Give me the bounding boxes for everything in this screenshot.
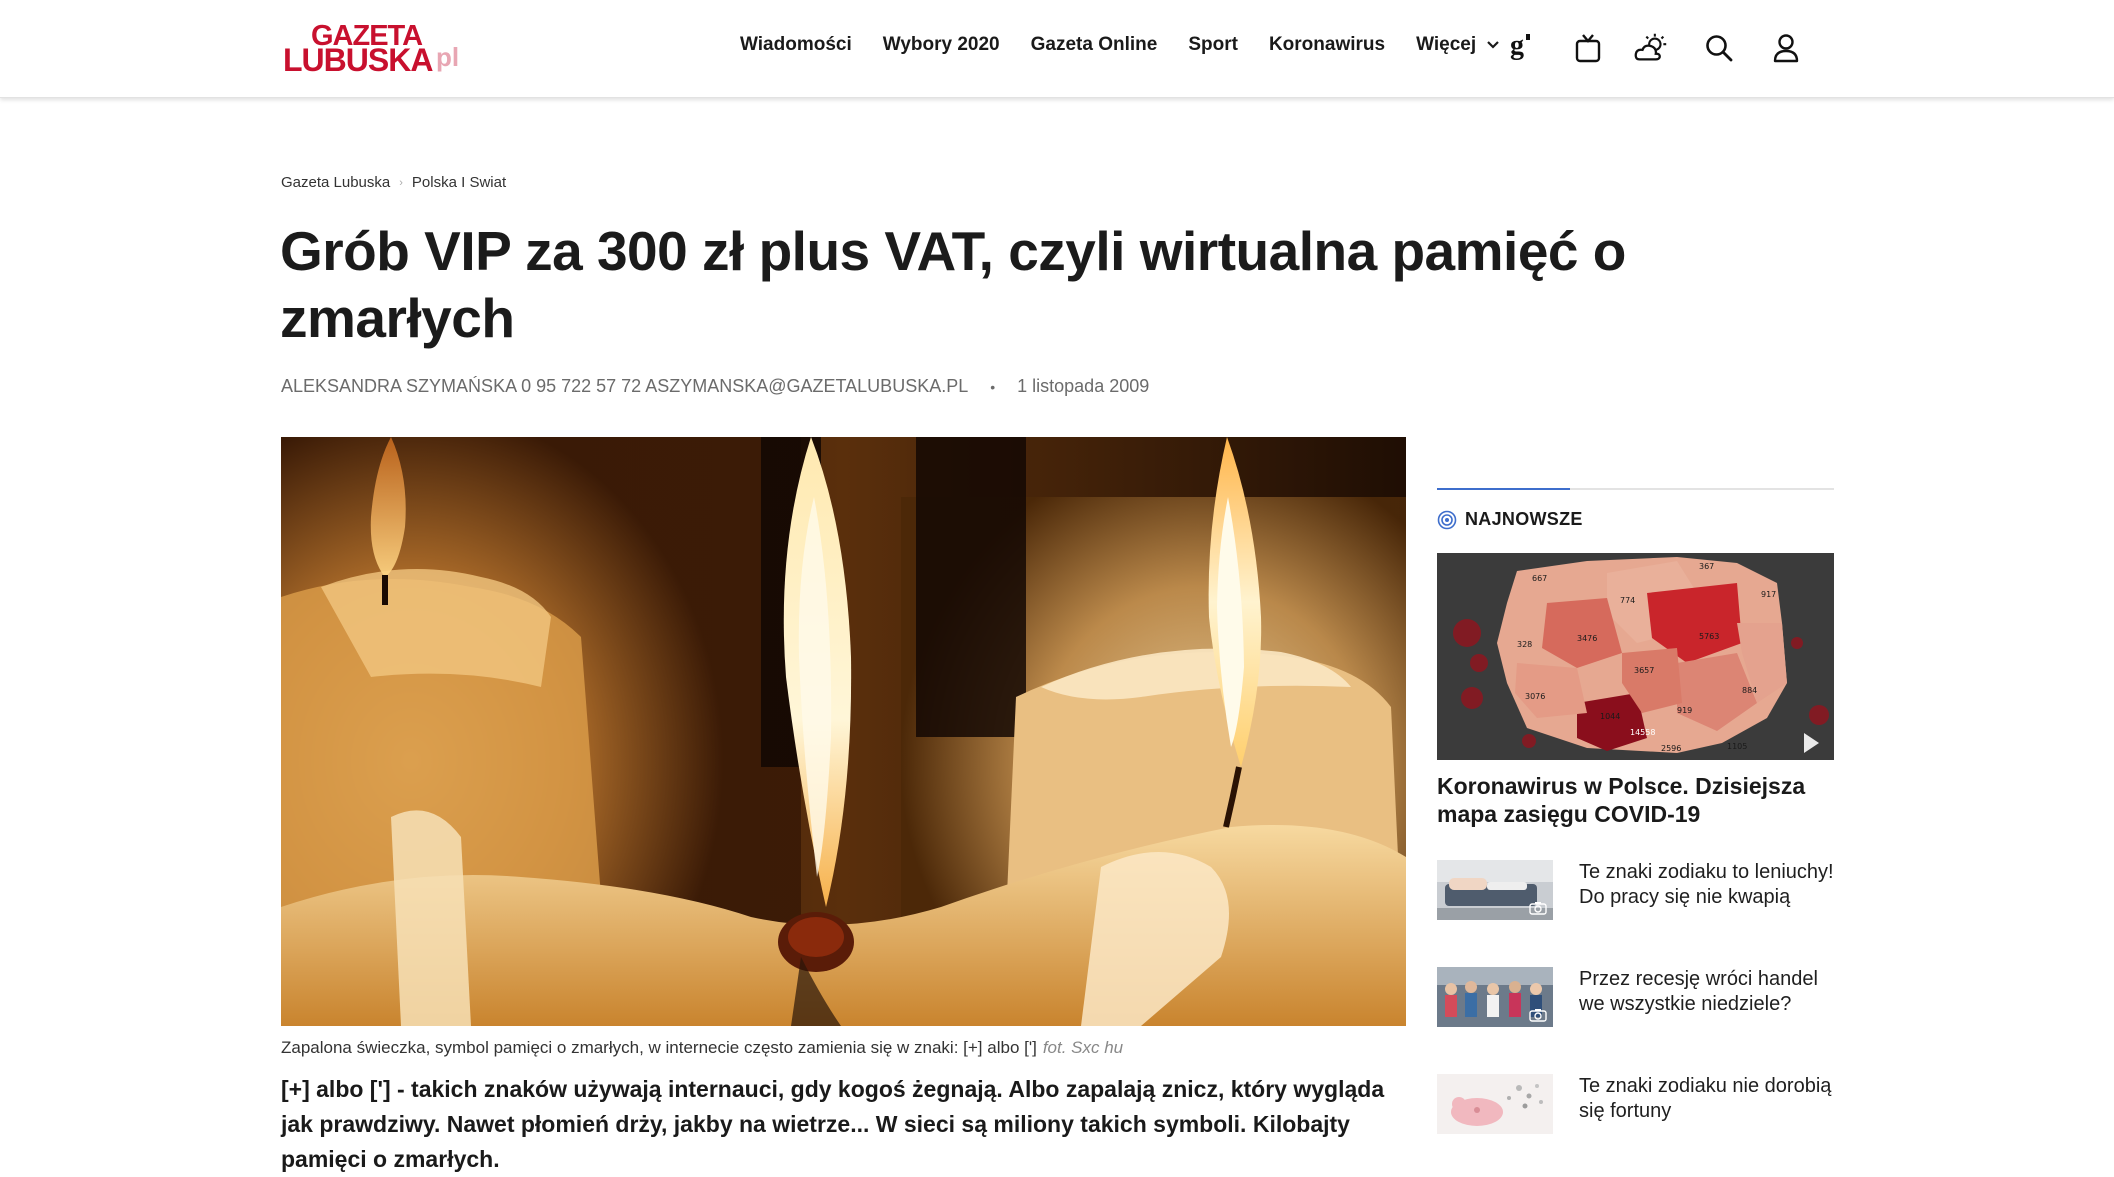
map-region-label: 2596 [1661, 744, 1681, 753]
nav-item-gazeta-online[interactable]: Gazeta Online [1031, 34, 1158, 56]
map-region-label: 3076 [1525, 692, 1545, 701]
list-item[interactable]: Te znaki zodiaku nie dorobią się fortuny [1437, 1074, 1834, 1144]
photo-credit: fot. Sxc hu [1042, 1038, 1124, 1057]
map-region-label: 328 [1517, 640, 1532, 649]
logo-line2: LUBUSKA [283, 42, 433, 78]
breadcrumb-section[interactable]: Polska I Swiat [412, 174, 506, 191]
list-item-title: Przez recesję wróci handel we wszystkie … [1579, 968, 1818, 1015]
article-lead: [+] albo ['] - takich znaków używają int… [281, 1076, 1385, 1172]
svg-text:g: g [1510, 32, 1524, 61]
sidebar-divider-accent [1437, 488, 1570, 490]
article-meta: ALEKSANDRA SZYMAŃSKA 0 95 722 57 72 ASZY… [281, 376, 1149, 397]
list-item-title: Te znaki zodiaku to leniuchy! Do pracy s… [1579, 861, 1834, 908]
nav-more-label: Więcej [1416, 34, 1477, 55]
nav-item-wiadomosci[interactable]: Wiadomości [740, 34, 852, 56]
map-region-label: 3657 [1634, 666, 1654, 675]
article-hero-image[interactable] [281, 437, 1406, 1026]
article-author[interactable]: ALEKSANDRA SZYMAŃSKA 0 95 722 57 72 ASZY… [281, 376, 968, 397]
map-region-label: 667 [1532, 574, 1547, 583]
list-item[interactable]: Przez recesję wróci handel we wszystkie … [1437, 967, 1834, 1037]
sidebar-divider [1437, 488, 1834, 490]
site-logo[interactable]: GAZETA LUBUSKA pl [283, 22, 463, 77]
featured-title[interactable]: Koronawirus w Polsce. Dzisiejsza mapa za… [1437, 772, 1834, 828]
list-item-thumbnail [1437, 1074, 1553, 1134]
list-item-thumbnail [1437, 967, 1553, 1027]
article-date: 1 listopada 2009 [1017, 376, 1150, 396]
list-item-thumbnail [1437, 860, 1553, 920]
latest-icon [1437, 510, 1457, 529]
logo-suffix: pl [436, 42, 460, 72]
meta-separator: • [990, 378, 996, 395]
map-region-label: 5763 [1699, 632, 1719, 641]
article-title: Grób VIP za 300 zł plus VAT, czyli wirtu… [280, 220, 1626, 349]
map-region-label: 1044 [1600, 712, 1620, 721]
sidebar-heading: NAJNOWSZE [1437, 509, 1583, 530]
image-caption: Zapalona świeczka, symbol pamięci o zmar… [281, 1038, 1123, 1058]
map-region-label: 917 [1761, 590, 1776, 599]
map-region-label: 919 [1677, 706, 1692, 715]
sidebar-heading-text: NAJNOWSZE [1465, 509, 1583, 529]
g-brand-icon[interactable]: g [1503, 30, 1539, 66]
weather-icon[interactable] [1634, 30, 1670, 66]
breadcrumb-home[interactable]: Gazeta Lubuska [281, 174, 390, 191]
nav-item-sport[interactable]: Sport [1188, 34, 1238, 56]
map-region-label: 367 [1699, 562, 1714, 571]
search-icon[interactable] [1701, 30, 1737, 66]
tv-icon[interactable] [1570, 30, 1606, 66]
camera-icon [1529, 1009, 1547, 1022]
map-region-label: 14558 [1630, 728, 1655, 737]
breadcrumb-separator-icon: › [399, 176, 403, 189]
caption-text: Zapalona świeczka, symbol pamięci o zmar… [281, 1038, 1037, 1057]
main-nav: Wiadomości Wybory 2020 Gazeta Online Spo… [740, 34, 1500, 56]
list-item-title: Te znaki zodiaku nie dorobią się fortuny [1579, 1075, 1832, 1122]
map-region-label: 774 [1620, 596, 1635, 605]
breadcrumb: Gazeta Lubuska › Polska I Swiat [281, 174, 506, 191]
nav-item-wybory[interactable]: Wybory 2020 [883, 34, 1000, 56]
user-icon[interactable] [1768, 30, 1804, 66]
nav-item-more[interactable]: Więcej [1416, 34, 1500, 56]
header-tools: g [1503, 30, 1803, 70]
nav-item-koronawirus[interactable]: Koronawirus [1269, 34, 1385, 56]
camera-icon [1529, 902, 1547, 915]
map-region-label: 1105 [1727, 742, 1747, 751]
map-region-label: 3476 [1577, 634, 1597, 643]
site-header: GAZETA LUBUSKA pl Wiadomości Wybory 2020… [0, 0, 2114, 98]
list-item[interactable]: Te znaki zodiaku to leniuchy! Do pracy s… [1437, 860, 1834, 930]
featured-image[interactable]: 667 367 917 774 3476 5763 328 3657 3076 1044 884 91… [1437, 553, 1834, 760]
chevron-down-icon [1487, 41, 1499, 49]
map-region-label: 884 [1742, 686, 1757, 695]
